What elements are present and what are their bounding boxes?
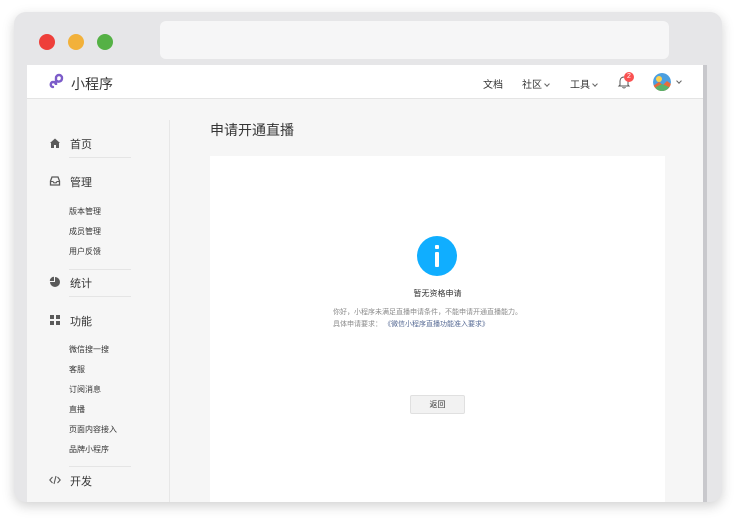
- nav-docs[interactable]: 文档: [483, 76, 503, 91]
- maximize-window-button[interactable]: [97, 34, 113, 50]
- home-icon: [50, 138, 60, 148]
- nav-tools[interactable]: 工具: [570, 76, 598, 91]
- requirement-prefix: 具体申请要求：: [333, 321, 382, 328]
- content-card: 暂无资格申请 你好，小程序未满足直播申请条件，不能申请开通直播能力。 具体申请要…: [210, 156, 665, 502]
- sidebar-item-live[interactable]: 直播: [69, 404, 85, 415]
- sidebar-item-label: 功能: [70, 316, 92, 328]
- sidebar-divider: [169, 120, 170, 502]
- divider: [69, 269, 131, 270]
- address-bar[interactable]: [160, 21, 669, 59]
- sidebar-item-label: 首页: [70, 139, 92, 151]
- sidebar-item-wechat-search[interactable]: 微信搜一搜: [69, 344, 109, 355]
- requirement-line: 具体申请要求： 《微信小程序直播功能准入要求》: [333, 319, 489, 329]
- sidebar-item-subscribe-message[interactable]: 订阅消息: [69, 384, 101, 395]
- sidebar: 首页 管理 版本管理 成员管理 用户反馈 统计 功能 微信搜一搜 客服 订阅消息…: [27, 100, 169, 502]
- brand-name[interactable]: 小程序: [71, 74, 113, 94]
- sidebar-item-page-content-access[interactable]: 页面内容接入: [69, 424, 117, 435]
- sidebar-item-brand-mini-program[interactable]: 品牌小程序: [69, 444, 109, 455]
- mini-program-logo-icon[interactable]: [49, 72, 67, 92]
- sidebar-item-customer-service[interactable]: 客服: [69, 364, 85, 375]
- scrollbar[interactable]: [703, 65, 707, 502]
- chevron-down-icon: [592, 81, 598, 87]
- chevron-down-icon[interactable]: [676, 78, 682, 84]
- avatar[interactable]: [653, 73, 671, 91]
- status-description: 你好，小程序未满足直播申请条件，不能申请开通直播能力。: [333, 309, 522, 316]
- sidebar-item-label: 开发: [70, 476, 92, 488]
- sidebar-item-user-feedback[interactable]: 用户反馈: [69, 246, 101, 257]
- sidebar-item-label: 统计: [70, 278, 92, 290]
- sidebar-item-member-manage[interactable]: 成员管理: [69, 226, 101, 237]
- back-button[interactable]: 返回: [410, 395, 465, 414]
- requirement-link[interactable]: 《微信小程序直播功能准入要求》: [384, 321, 489, 328]
- notification-badge: 2: [624, 72, 634, 82]
- browser-window: 小程序 文档 社区 工具 2 首页 管理 版本管理 成员管理 用户反馈 统计 功…: [14, 12, 722, 502]
- top-navigation-bar: 小程序 文档 社区 工具 2: [27, 65, 703, 99]
- code-icon: [49, 475, 61, 485]
- divider: [69, 296, 131, 297]
- nav-community[interactable]: 社区: [522, 76, 550, 91]
- divider: [69, 157, 131, 158]
- chevron-down-icon: [544, 81, 550, 87]
- page-title: 申请开通直播: [210, 122, 294, 138]
- inbox-icon: [49, 176, 61, 186]
- sidebar-item-label: 管理: [70, 177, 92, 189]
- status-title: 暂无资格申请: [413, 289, 462, 298]
- app-viewport: 小程序 文档 社区 工具 2 首页 管理 版本管理 成员管理 用户反馈 统计 功…: [27, 65, 707, 502]
- close-window-button[interactable]: [39, 34, 55, 50]
- minimize-window-button[interactable]: [68, 34, 84, 50]
- sidebar-item-version-manage[interactable]: 版本管理: [69, 206, 101, 217]
- info-icon: [417, 236, 457, 276]
- divider: [69, 466, 131, 467]
- grid-icon: [50, 315, 60, 325]
- pie-chart-icon: [49, 276, 60, 287]
